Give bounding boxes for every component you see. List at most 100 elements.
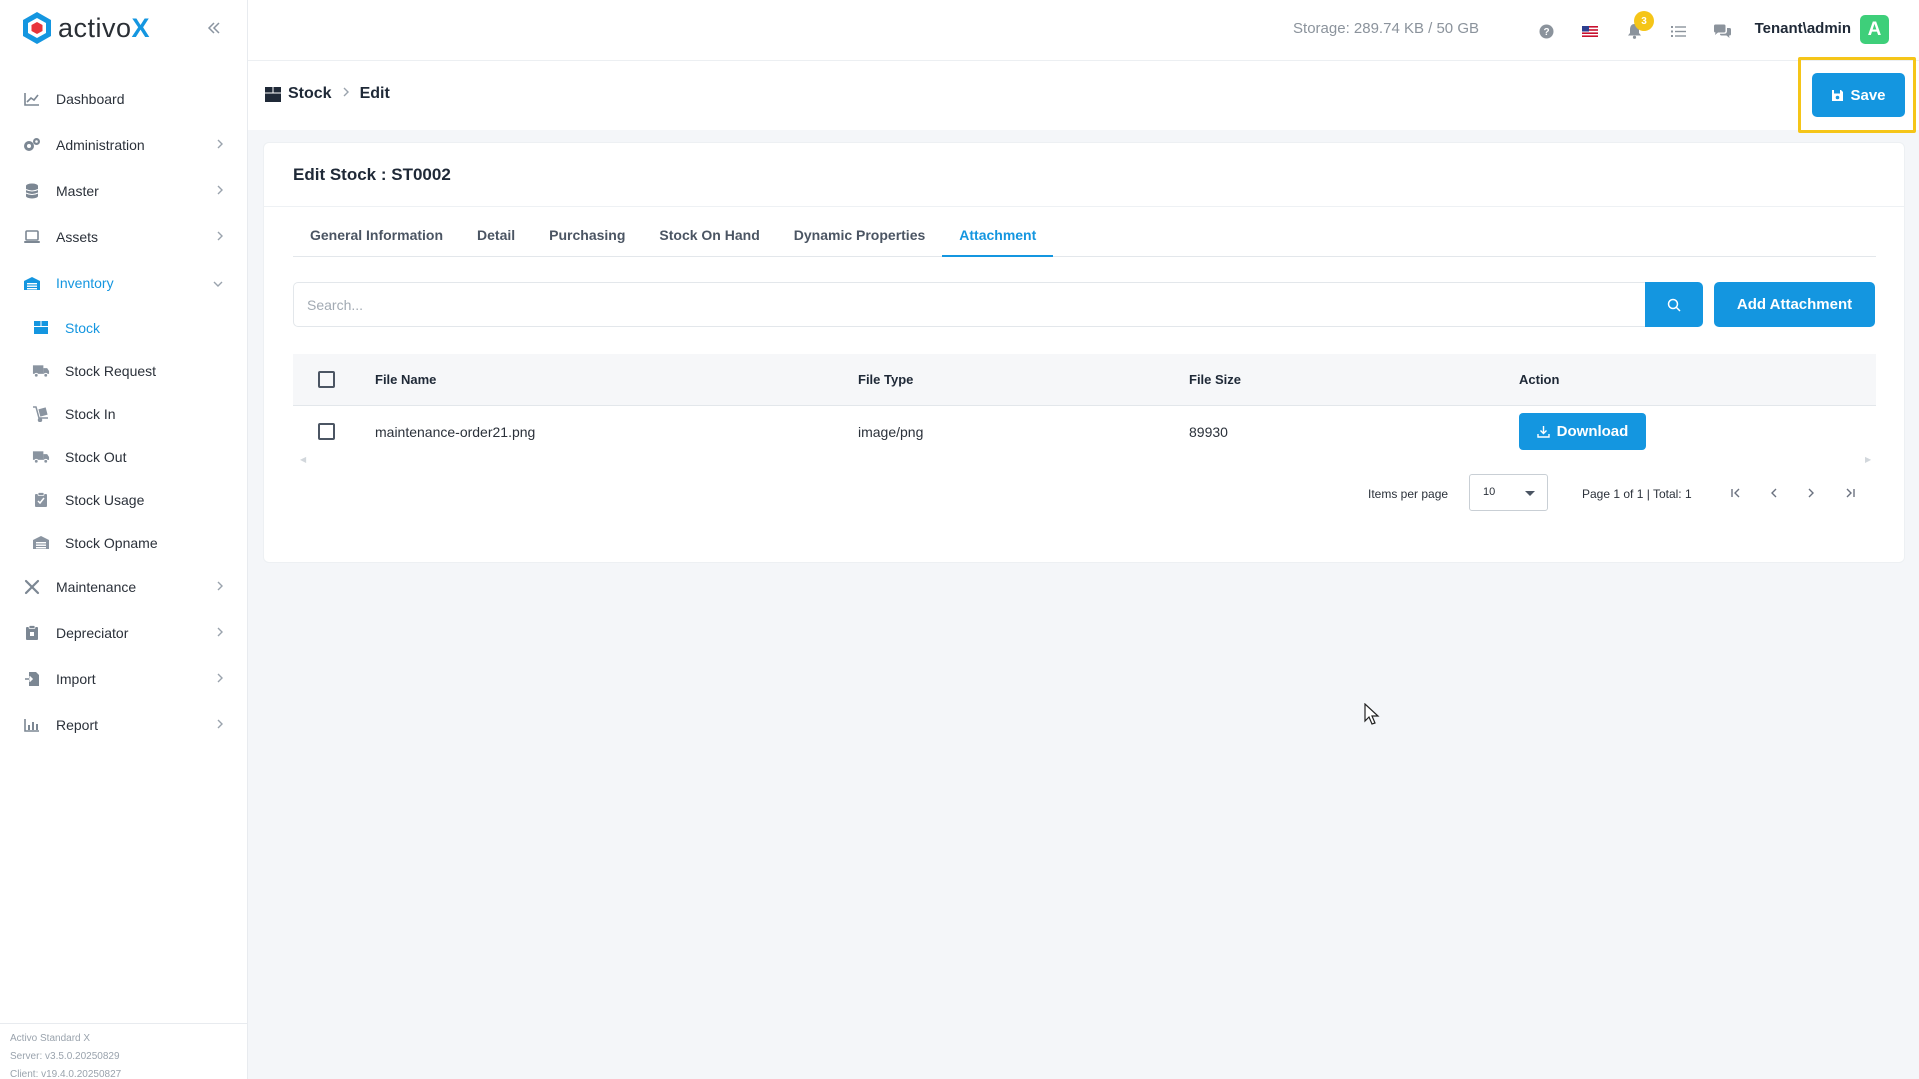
tools-icon xyxy=(22,577,42,597)
us-flag-icon[interactable] xyxy=(1579,20,1601,42)
sidebar-item-assets[interactable]: Assets xyxy=(0,214,248,260)
caret-down-icon xyxy=(1525,491,1535,496)
scroll-left-icon[interactable]: ◀ xyxy=(300,455,306,464)
chart-bar-icon xyxy=(22,715,42,735)
sidebar-item-label: Maintenance xyxy=(56,579,137,595)
dolly-icon xyxy=(32,405,50,423)
cell-file-type: image/png xyxy=(858,423,924,440)
download-button[interactable]: Download xyxy=(1519,413,1646,450)
row-checkbox[interactable] xyxy=(317,423,335,440)
cell-file-name: maintenance-order21.png xyxy=(375,423,536,440)
sidebar-item-import[interactable]: Import xyxy=(0,656,248,702)
app-root: activoX Dashboard Administration Master xyxy=(0,0,1919,1079)
items-per-page-label: Items per page xyxy=(1368,487,1449,501)
sidebar-nav: Dashboard Administration Master Assets I… xyxy=(0,76,248,748)
sidebar-item-inventory[interactable]: Inventory xyxy=(0,260,248,306)
chevron-right-icon xyxy=(216,717,224,733)
download-button-label: Download xyxy=(1556,423,1629,440)
add-attachment-button[interactable]: Add Attachment xyxy=(1714,282,1875,327)
next-page-icon[interactable] xyxy=(1800,482,1822,504)
sidebar-item-maintenance[interactable]: Maintenance xyxy=(0,564,248,610)
svg-text:?: ? xyxy=(1543,27,1549,38)
version-info: Activo Standard X Server: v3.5.0.2025082… xyxy=(0,1023,248,1079)
warehouse-icon xyxy=(22,273,42,293)
page-size-value: 10 xyxy=(1483,486,1496,498)
sidebar-subitem-stock-in[interactable]: Stock In xyxy=(0,392,248,435)
clipboard-check-icon xyxy=(32,491,50,509)
sidebar-item-report[interactable]: Report xyxy=(0,702,248,748)
sidebar-item-master[interactable]: Master xyxy=(0,168,248,214)
page-size-select[interactable]: 10 xyxy=(1469,474,1548,511)
search-icon xyxy=(1667,298,1681,312)
version-server: Server: v3.5.0.20250829 xyxy=(10,1051,120,1062)
sidebar-item-label: Depreciator xyxy=(56,625,129,641)
sidebar-subitem-stock-out[interactable]: Stock Out xyxy=(0,435,248,478)
card-title: Edit Stock : ST0002 xyxy=(264,143,1904,207)
cell-file-size: 89930 xyxy=(1189,423,1228,440)
floppy-disk-icon xyxy=(1832,89,1844,101)
scroll-right-icon[interactable]: ▶ xyxy=(1865,455,1871,464)
warehouse-icon xyxy=(32,534,50,552)
user-name[interactable]: Tenant\admin xyxy=(1755,20,1851,37)
search-input[interactable] xyxy=(293,282,1645,327)
logo[interactable]: activoX xyxy=(22,11,150,45)
tab-purchasing[interactable]: Purchasing xyxy=(532,213,642,257)
laptop-icon xyxy=(22,227,42,247)
chevron-right-icon xyxy=(216,625,224,641)
database-icon xyxy=(22,181,42,201)
topbar: Storage: 289.74 KB / 50 GB ? 3 Tenant\ad… xyxy=(248,0,1919,61)
box-icon xyxy=(264,86,282,103)
mouse-cursor-icon xyxy=(1364,703,1380,725)
column-file-size[interactable]: File Size xyxy=(1189,372,1519,387)
chat-icon[interactable] xyxy=(1711,20,1733,42)
sidebar-subitem-label: Stock Opname xyxy=(65,534,158,551)
storage-usage: Storage: 289.74 KB / 50 GB xyxy=(1293,20,1479,37)
chevron-right-icon xyxy=(216,137,224,153)
sidebar-subitem-stock-usage[interactable]: Stock Usage xyxy=(0,478,248,521)
edit-stock-card: Edit Stock : ST0002 General Information … xyxy=(263,142,1905,563)
sidebar-item-depreciator[interactable]: Depreciator xyxy=(0,610,248,656)
truck-out-icon xyxy=(32,448,50,466)
task-list-icon[interactable] xyxy=(1667,20,1689,42)
tab-dynamic-properties[interactable]: Dynamic Properties xyxy=(777,213,943,257)
save-button[interactable]: Save xyxy=(1812,73,1905,117)
sidebar-subitem-stock-opname[interactable]: Stock Opname xyxy=(0,521,248,564)
chevron-right-icon xyxy=(216,671,224,687)
collapse-sidebar-button[interactable] xyxy=(204,16,224,40)
select-all-checkbox[interactable] xyxy=(317,371,335,388)
clipboard-icon xyxy=(22,623,42,643)
sidebar-subitem-stock[interactable]: Stock xyxy=(0,306,248,349)
sidebar-item-label: Import xyxy=(56,671,96,687)
breadcrumb: Stock Edit xyxy=(264,85,390,103)
sidebar-subitem-label: Stock xyxy=(65,319,101,336)
previous-page-icon[interactable] xyxy=(1763,482,1785,504)
sidebar-item-label: Administration xyxy=(56,137,145,153)
page-info: Page 1 of 1 | Total: 1 xyxy=(1582,487,1692,501)
column-file-type[interactable]: File Type xyxy=(858,372,1189,387)
breadcrumb-separator-icon xyxy=(342,85,350,103)
sidebar-item-label: Dashboard xyxy=(56,91,125,107)
search-bar xyxy=(293,282,1703,327)
sidebar-item-dashboard[interactable]: Dashboard xyxy=(0,76,248,122)
page-header: Stock Edit Save xyxy=(248,57,1919,133)
tab-attachment[interactable]: Attachment xyxy=(942,213,1054,257)
sidebar-item-label: Report xyxy=(56,717,99,733)
avatar[interactable]: A xyxy=(1860,15,1889,44)
sidebar-item-administration[interactable]: Administration xyxy=(0,122,248,168)
column-file-name[interactable]: File Name xyxy=(375,372,858,387)
help-icon[interactable]: ? xyxy=(1535,20,1557,42)
tab-detail[interactable]: Detail xyxy=(460,213,532,257)
sidebar-subitem-stock-request[interactable]: Stock Request xyxy=(0,349,248,392)
logo-text: activoX xyxy=(58,12,151,43)
tab-general-information[interactable]: General Information xyxy=(293,213,460,257)
tab-bar: General Information Detail Purchasing St… xyxy=(293,213,1876,257)
double-chevron-left-icon xyxy=(207,22,220,34)
tab-stock-on-hand[interactable]: Stock On Hand xyxy=(642,213,776,257)
notification-bell-icon[interactable]: 3 xyxy=(1623,11,1654,42)
breadcrumb-stock[interactable]: Stock xyxy=(288,85,332,103)
first-page-icon[interactable] xyxy=(1725,482,1747,504)
last-page-icon[interactable] xyxy=(1839,482,1861,504)
search-button[interactable] xyxy=(1645,282,1703,327)
breadcrumb-current: Edit xyxy=(359,85,390,102)
chart-line-icon xyxy=(22,89,42,109)
